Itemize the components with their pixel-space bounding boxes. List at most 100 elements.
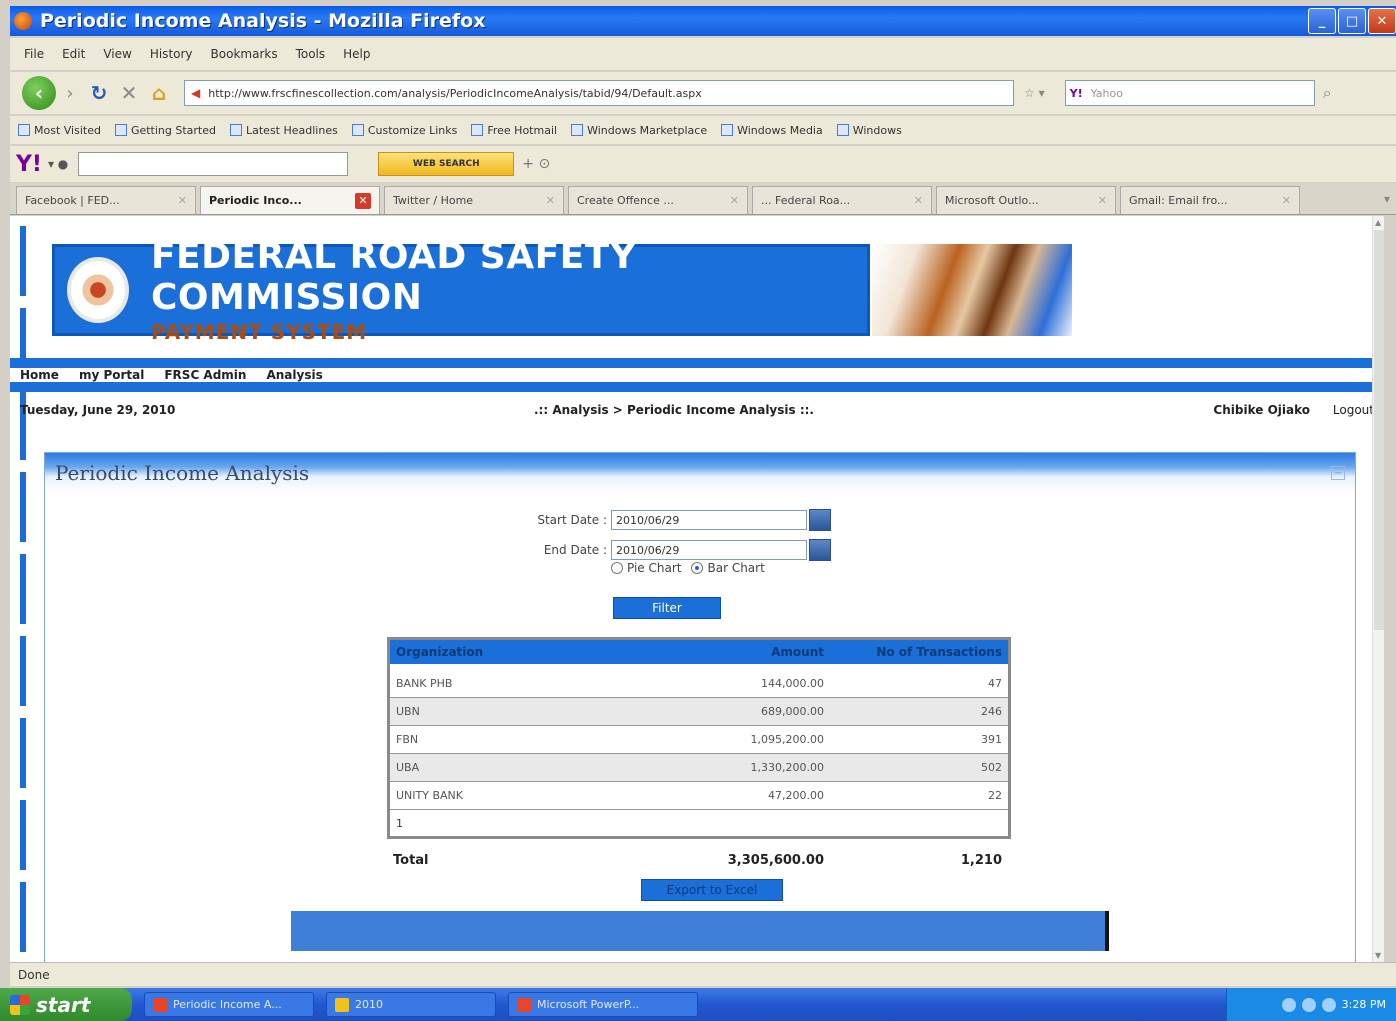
menu-edit[interactable]: Edit [62, 47, 85, 61]
pie-chart-radio[interactable] [611, 562, 623, 574]
tab-list-icon[interactable]: ▾ [1384, 192, 1390, 206]
end-date-input[interactable] [611, 540, 807, 560]
tab-close-icon[interactable]: ✕ [730, 194, 739, 207]
export-to-excel-button[interactable]: Export to Excel [641, 879, 783, 901]
status-bar: Done [10, 962, 1396, 986]
back-button[interactable]: ‹ [22, 76, 56, 110]
yahoo-add-icon[interactable]: + ⊙ [522, 156, 550, 172]
taskbar-item-firefox[interactable]: Periodic Income A... [144, 992, 314, 1017]
table-totals: Total 3,305,600.00 1,210 [390, 853, 1010, 868]
search-box[interactable]: Y! Yahoo [1064, 80, 1315, 106]
yahoo-logo-icon[interactable]: Y! [16, 152, 42, 177]
close-button[interactable]: ✕ [1368, 8, 1396, 34]
scroll-up-icon[interactable]: ▲ [1375, 218, 1381, 227]
header-transactions[interactable]: No of Transactions [824, 645, 1008, 659]
calendar-icon[interactable] [809, 539, 831, 561]
tab-create-offence[interactable]: Create Offence ... ✕ [568, 186, 748, 214]
tab-twitter[interactable]: Twitter / Home ✕ [384, 186, 564, 214]
web-search-button[interactable]: WEB SEARCH [378, 152, 515, 176]
panel-collapse-icon[interactable]: − [1331, 466, 1345, 480]
bookmark-item[interactable]: Windows Marketplace [571, 123, 707, 137]
bookmark-item[interactable]: Windows Media [721, 123, 823, 137]
site-favicon-icon: ◀ [191, 86, 201, 100]
bar-chart-area [291, 911, 1109, 951]
menu-view[interactable]: View [103, 47, 131, 61]
bookmark-icon [721, 123, 734, 136]
forward-button[interactable]: › [56, 79, 84, 107]
menu-tools[interactable]: Tools [296, 47, 326, 61]
nav-frsc-admin[interactable]: FRSC Admin [162, 368, 249, 382]
tab-close-icon[interactable]: ✕ [355, 192, 371, 209]
decorative-stripe [20, 226, 26, 956]
bookmark-item[interactable]: Most Visited [18, 123, 101, 137]
banner-subtitle: PAYMENT SYSTEM [150, 320, 368, 344]
search-go-icon[interactable]: ⌕ [1323, 83, 1332, 103]
menu-file[interactable]: File [24, 47, 44, 61]
nav-analysis[interactable]: Analysis [264, 368, 325, 382]
vertical-scrollbar[interactable]: ▲ ▼ [1372, 216, 1384, 962]
tab-close-icon[interactable]: ✕ [1282, 194, 1291, 207]
bookmark-item[interactable]: Free Hotmail [471, 123, 557, 137]
income-analysis-panel: Periodic Income Analysis − Start Date : … [44, 452, 1356, 962]
bar-chart-radio[interactable] [691, 562, 704, 574]
maximize-button[interactable]: □ [1338, 8, 1366, 34]
tab-close-icon[interactable]: ✕ [914, 194, 923, 207]
calendar-icon[interactable] [809, 509, 831, 531]
scroll-down-icon[interactable]: ▼ [1375, 951, 1381, 960]
nav-home[interactable]: Home [18, 368, 61, 382]
bookmark-icon [571, 123, 584, 136]
menu-history[interactable]: History [150, 47, 193, 61]
start-date-input[interactable] [611, 510, 807, 530]
tab-close-icon[interactable]: ✕ [1098, 194, 1107, 207]
stop-icon[interactable]: ✕ [114, 78, 144, 108]
table-row: FBN 1,095,200.00 391 [390, 726, 1008, 754]
taskbar-item-powerpoint[interactable]: Microsoft PowerP... [508, 992, 698, 1017]
tab-gmail[interactable]: Gmail: Email fro... ✕ [1120, 186, 1300, 214]
bookmark-item[interactable]: Latest Headlines [230, 123, 338, 137]
pager-page-1[interactable]: 1 [396, 817, 403, 830]
home-icon[interactable]: ⌂ [144, 78, 174, 108]
reload-icon[interactable]: ↻ [84, 78, 114, 108]
table-header: Organization Amount No of Transactions [390, 640, 1008, 670]
minimize-button[interactable]: _ [1308, 8, 1336, 34]
header-organization[interactable]: Organization [390, 645, 680, 659]
security-icon[interactable] [1321, 997, 1336, 1012]
bookmark-icon [351, 123, 364, 136]
header-amount[interactable]: Amount [680, 645, 824, 659]
yahoo-search-input[interactable] [78, 152, 349, 176]
table-row: UNITY BANK 47,200.00 22 [390, 782, 1008, 810]
tab-close-icon[interactable]: ✕ [178, 194, 187, 207]
logout-link[interactable]: Logout [1333, 403, 1374, 417]
window-title: Periodic Income Analysis - Mozilla Firef… [40, 10, 486, 32]
total-label: Total [393, 853, 429, 868]
filter-button[interactable]: Filter [613, 597, 721, 619]
taskbar-item-folder[interactable]: 2010 [326, 992, 496, 1017]
tab-close-icon[interactable]: ✕ [546, 194, 555, 207]
tab-federal-road[interactable]: ... Federal Roa... ✕ [752, 186, 932, 214]
network-icon[interactable] [1281, 997, 1296, 1012]
end-date-row: End Date : [507, 539, 831, 561]
menu-help[interactable]: Help [343, 47, 370, 61]
page-content: FEDERAL ROAD SAFETY COMMISSION PAYMENT S… [10, 216, 1384, 962]
tab-periodic-income[interactable]: Periodic Inco... ✕ [200, 186, 380, 214]
user-name[interactable]: Chibike Ojiako [1213, 403, 1310, 417]
bookmark-item[interactable]: Customize Links [351, 123, 457, 137]
status-text: Done [18, 967, 50, 982]
yahoo-menu-icon[interactable]: ▾ ● [48, 157, 68, 171]
address-bar[interactable]: ◀ http://www.frscfinescollection.com/ana… [184, 80, 1014, 106]
bookmark-icon [471, 123, 484, 136]
scrollbar-thumb[interactable] [1374, 230, 1384, 630]
menu-bookmarks[interactable]: Bookmarks [211, 47, 278, 61]
start-button[interactable]: start [0, 988, 132, 1021]
volume-icon[interactable] [1301, 997, 1316, 1012]
bookmark-item[interactable]: Getting Started [114, 123, 216, 137]
banner-title: FEDERAL ROAD SAFETY COMMISSION [150, 236, 637, 318]
nav-my-portal[interactable]: my Portal [76, 368, 147, 382]
bookmark-icon [18, 123, 30, 136]
banner-photo [872, 244, 1072, 336]
tab-outlook[interactable]: Microsoft Outlo... ✕ [936, 186, 1116, 214]
start-date-row: Start Date : [507, 509, 831, 531]
tab-facebook[interactable]: Facebook | FED... ✕ [16, 186, 196, 214]
bookmark-item[interactable]: Windows [836, 123, 902, 137]
bookmark-star-icon[interactable]: ☆ ▾ [1024, 86, 1045, 100]
